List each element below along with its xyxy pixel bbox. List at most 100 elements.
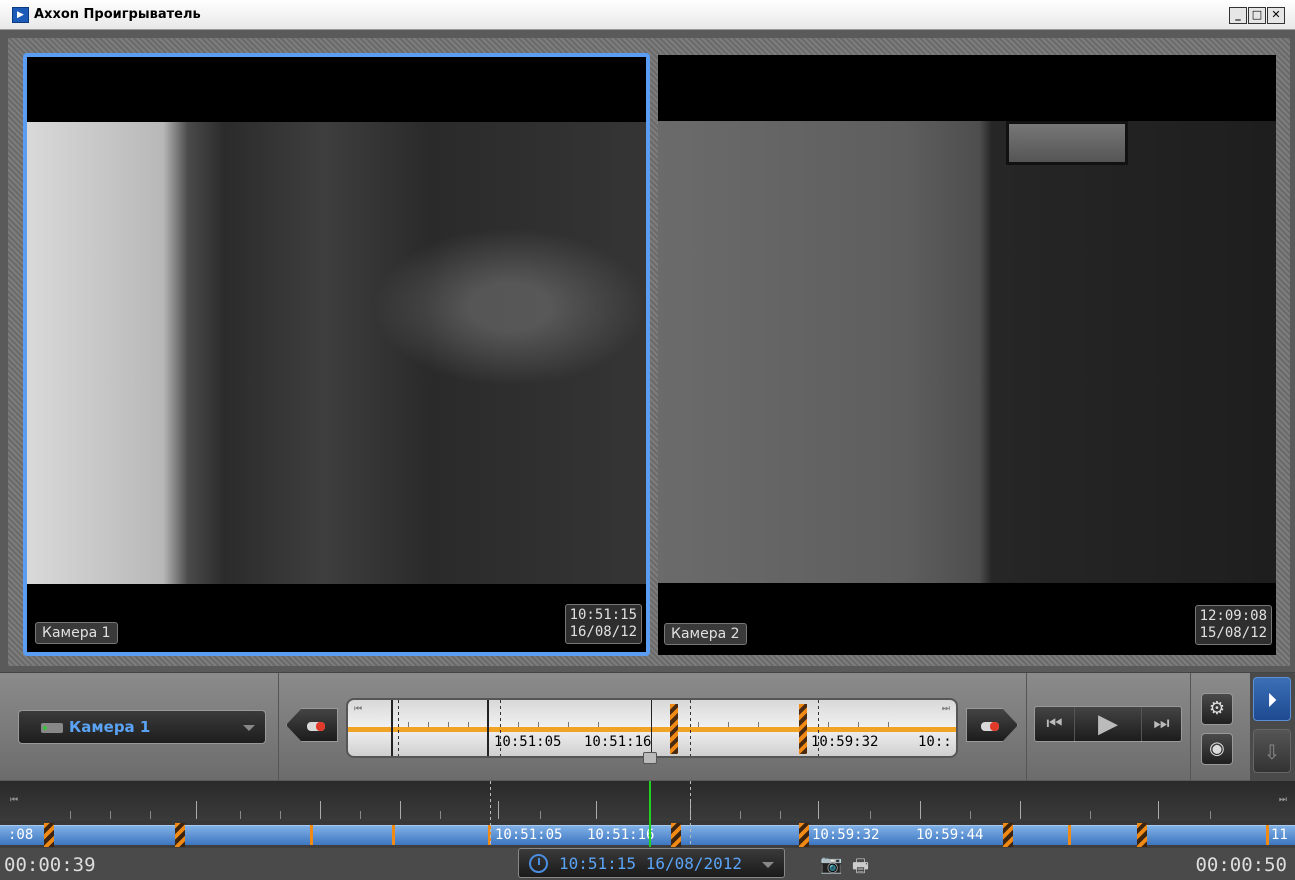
- play-button[interactable]: ▶: [1075, 707, 1141, 741]
- skip-start-icon[interactable]: ⏮: [10, 795, 18, 805]
- timeline-label: 10:51:05: [495, 827, 563, 843]
- tick: [740, 811, 741, 819]
- tick: [408, 722, 409, 727]
- play-mode-button[interactable]: ⏵: [1253, 677, 1291, 721]
- tick: [568, 722, 569, 727]
- wall-picture: [1006, 121, 1128, 165]
- timeline-label: 11: [1271, 827, 1288, 843]
- tick: [970, 811, 971, 819]
- event-marker: [671, 823, 681, 847]
- settings-button[interactable]: ⚙: [1201, 693, 1233, 725]
- maximize-button[interactable]: □: [1248, 7, 1266, 24]
- clock-icon: [529, 854, 548, 873]
- tick: [110, 811, 111, 819]
- timeline-label: 10:59:32: [812, 827, 880, 843]
- tick: [428, 722, 429, 727]
- camera-timestamp: 10:51:15 16/08/12: [564, 604, 642, 644]
- event-dash: [690, 700, 691, 756]
- snapshot-icon[interactable]: 📷: [820, 854, 842, 875]
- tick: [440, 811, 441, 819]
- video-frame: [658, 121, 1276, 583]
- title-bar: ▶ Axxon Проигрыватель _ □ ✕: [0, 0, 1295, 30]
- timeline-label: :08: [8, 827, 34, 843]
- camera-timestamp: 12:09:08 15/08/12: [1194, 605, 1272, 645]
- tick: [698, 722, 699, 727]
- event-icon: [307, 722, 325, 731]
- camera-label: Камера 1: [35, 622, 118, 644]
- gear-icon: ⚙: [1208, 698, 1226, 719]
- divider: [1190, 673, 1191, 781]
- transport-controls: ⏮ ▶ ⏭: [1034, 706, 1182, 742]
- camera-tile-2[interactable]: Камера 2 12:09:08 15/08/12: [658, 55, 1276, 655]
- event-marker: [175, 823, 185, 847]
- tick: [1210, 811, 1211, 819]
- timeline-label: 10:51:16: [584, 734, 652, 750]
- camera-label: Камера 2: [664, 623, 747, 645]
- tick: [1158, 801, 1159, 819]
- skip-start-icon[interactable]: ⏮: [354, 704, 362, 714]
- video-grid: Камера 1 10:51:15 16/08/12 Камера 2 12:0…: [8, 38, 1290, 666]
- tick: [596, 801, 597, 819]
- main-timeline[interactable]: ⏮ ⏭ :08 10:51:05 10:51:16 10:59:32 10:59…: [0, 781, 1295, 848]
- skip-end-icon[interactable]: ⏭: [1279, 795, 1287, 805]
- camera-tile-1[interactable]: Камера 1 10:51:15 16/08/12: [23, 53, 650, 656]
- previous-event-button[interactable]: [286, 708, 338, 742]
- tick: [828, 722, 829, 727]
- tick: [780, 811, 781, 819]
- tick: [468, 722, 469, 727]
- next-event-button[interactable]: [966, 708, 1018, 742]
- event-line: [391, 700, 393, 756]
- close-button[interactable]: ✕: [1267, 7, 1285, 24]
- tick: [360, 811, 361, 819]
- tick: [758, 722, 759, 727]
- camera-dropdown[interactable]: Камера 1: [18, 710, 266, 744]
- status-bar: 00:00:39 10:51:15 16/08/2012 📷 🖶 00:00:5…: [0, 848, 1295, 880]
- event-marker: [1137, 823, 1147, 847]
- play-circle-icon: ⏵: [1267, 688, 1277, 712]
- skip-end-icon[interactable]: ⏭: [942, 704, 950, 714]
- datetime-value: 10:51:15 16/08/2012: [559, 854, 743, 873]
- datetime-picker[interactable]: 10:51:15 16/08/2012: [518, 848, 785, 878]
- tick: [518, 722, 519, 727]
- camera-icon: [41, 723, 63, 733]
- camera-time: 10:51:15: [569, 607, 637, 623]
- timeline-label: 10::: [918, 734, 952, 750]
- previous-frame-button[interactable]: ⏮: [1035, 707, 1075, 741]
- event-marker: [670, 704, 678, 754]
- timeline-scale: [0, 781, 1295, 821]
- mode-panel: ⏵ ⇩: [1250, 673, 1295, 781]
- playhead-handle[interactable]: [643, 752, 657, 764]
- event-marker: [799, 823, 809, 847]
- tick: [150, 811, 151, 819]
- event-marker: [44, 823, 54, 847]
- event-marker: [310, 825, 313, 845]
- tick: [70, 811, 71, 819]
- tick: [540, 811, 541, 819]
- window-title: Axxon Проигрыватель: [34, 7, 201, 22]
- event-marker: [1266, 825, 1269, 845]
- minimize-button[interactable]: _: [1229, 7, 1247, 24]
- tick: [320, 801, 321, 819]
- event-line: [487, 700, 489, 756]
- tick: [1090, 811, 1091, 819]
- view-button[interactable]: ◉: [1201, 733, 1233, 765]
- print-icon[interactable]: 🖶: [852, 854, 869, 880]
- next-frame-button[interactable]: ⏭: [1141, 707, 1181, 741]
- event-marker: [799, 704, 807, 754]
- tick: [728, 722, 729, 727]
- camera-dropdown-value: Камера 1: [69, 718, 151, 736]
- export-mode-button[interactable]: ⇩: [1253, 729, 1291, 773]
- event-icon: [981, 722, 999, 731]
- playhead[interactable]: [649, 781, 651, 847]
- tick: [280, 811, 281, 819]
- tick: [400, 801, 401, 819]
- eye-icon: ◉: [1209, 738, 1225, 759]
- event-marker: [1003, 823, 1013, 847]
- tick: [870, 811, 871, 819]
- mini-timeline[interactable]: ⏮ ⏭ 10:51:05 10:51:16 10:59:32 10::: [346, 698, 958, 758]
- camera-date: 16/08/12: [569, 624, 637, 640]
- timeline-label: 10:51:05: [494, 734, 562, 750]
- window-controls: _ □ ✕: [1229, 7, 1285, 24]
- video-frame: [27, 122, 646, 584]
- event-dash: [398, 700, 399, 756]
